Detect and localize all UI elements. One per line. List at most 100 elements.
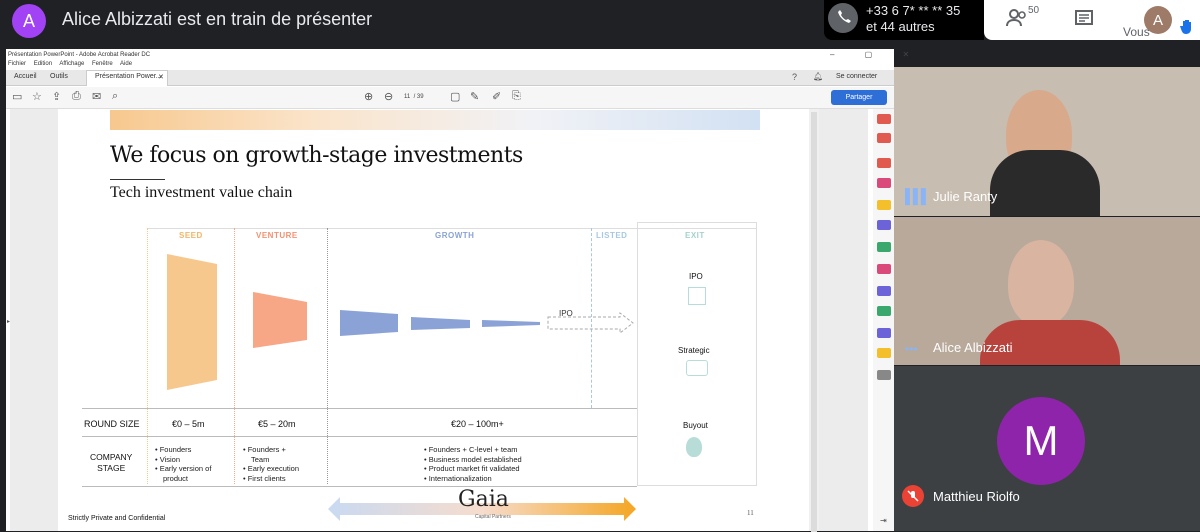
growth-shape-3 bbox=[482, 320, 540, 327]
right-tools-pane bbox=[873, 109, 894, 531]
sign-icon[interactable] bbox=[877, 328, 891, 338]
exit-strategic-label: Strategic bbox=[678, 346, 710, 355]
phone-participant-label: +33 6 7* ** ** 35 et 44 autres bbox=[866, 3, 960, 35]
left-panel-toggle-icon[interactable]: ▸ bbox=[7, 318, 10, 325]
connect-link[interactable]: Se connecter bbox=[836, 73, 877, 80]
expand-pane-icon[interactable]: ⇥ bbox=[880, 516, 887, 525]
tab-document[interactable]: Présentation Power... bbox=[95, 73, 162, 80]
menu-edition[interactable]: Edition bbox=[34, 61, 52, 67]
bullet-item: Founders + bbox=[247, 445, 286, 454]
bell-icon[interactable]: 🔔︎ bbox=[813, 72, 823, 81]
protect-icon[interactable] bbox=[877, 286, 891, 296]
speaking-indicator-icon: ▌▌▌ bbox=[905, 188, 931, 204]
bullet-item: Early version of bbox=[159, 464, 212, 473]
participant-name: Alice Albizzati bbox=[933, 340, 1013, 355]
menu-fichier[interactable]: Fichier bbox=[8, 61, 26, 67]
redact-icon[interactable] bbox=[877, 264, 891, 274]
handshake-icon bbox=[686, 360, 708, 376]
organize-icon[interactable] bbox=[877, 242, 891, 252]
bullet-item: Early execution bbox=[247, 464, 299, 473]
bullet-item: Product market fit validated bbox=[428, 464, 520, 473]
menu-fenetre[interactable]: Fenêtre bbox=[92, 61, 113, 67]
exit-ipo-label: IPO bbox=[689, 272, 703, 281]
presenting-banner: Alice Albizzati est en train de présente… bbox=[62, 9, 373, 29]
phone-number: +33 6 7* ** ** 35 bbox=[866, 3, 961, 18]
round-size-top-rule bbox=[82, 408, 637, 409]
optimize-icon[interactable] bbox=[877, 306, 891, 316]
other-participants-count: et 44 autres bbox=[866, 19, 935, 34]
seed-bullets: • Founders • Vision • Early version of p… bbox=[155, 445, 212, 483]
close-tab-icon[interactable]: ✕ bbox=[158, 73, 164, 81]
title-divider bbox=[110, 179, 165, 180]
round-size-growth: €20 – 100m+ bbox=[451, 419, 504, 429]
people-count: 50 bbox=[1028, 5, 1040, 16]
upload-icon[interactable]: ⇪ bbox=[52, 90, 61, 103]
participant-video bbox=[1008, 240, 1074, 326]
participant-avatar: M bbox=[997, 397, 1085, 485]
highlight-icon[interactable]: ✐ bbox=[492, 90, 501, 103]
edit-pdf-icon[interactable] bbox=[877, 178, 891, 188]
round-size-label: ROUND SIZE bbox=[84, 419, 140, 429]
chat-icon[interactable] bbox=[1074, 9, 1094, 34]
window-controls[interactable]: – ▢ ✕ bbox=[830, 50, 923, 59]
bullet-item: product bbox=[163, 473, 189, 483]
menu-bar: Fichier Edition Affichage Fenêtre Aide bbox=[8, 61, 138, 67]
zoom-search-icon[interactable]: ⌕ bbox=[112, 90, 118, 103]
comment-icon[interactable]: ▢ bbox=[450, 90, 460, 103]
page-indicator[interactable]: 11 / 39 bbox=[404, 94, 424, 100]
ipo-arrow-label: IPO bbox=[559, 309, 573, 318]
create-pdf-tool-icon[interactable] bbox=[877, 158, 891, 168]
gaia-logo-text: Gaia bbox=[458, 487, 509, 512]
growth-shape-1 bbox=[340, 310, 398, 336]
slide-title: We focus on growth-stage investments bbox=[110, 143, 523, 168]
tab-accueil[interactable]: Accueil bbox=[14, 73, 37, 80]
mic-off-icon bbox=[902, 485, 924, 507]
growth-shape-2 bbox=[411, 317, 470, 330]
raise-hand-icon[interactable] bbox=[1180, 18, 1194, 39]
pen-icon[interactable]: ✎ bbox=[470, 90, 479, 103]
bullet-item: Founders + C-level + team bbox=[428, 445, 518, 454]
table-top-rule bbox=[147, 228, 757, 229]
stamp-icon[interactable]: ⎘ bbox=[512, 90, 521, 103]
seed-divider bbox=[147, 228, 148, 484]
bullet-item: Founders bbox=[159, 445, 192, 454]
share-label: Partager bbox=[845, 94, 873, 101]
page-current[interactable]: 11 bbox=[404, 94, 410, 100]
stage-listed: LISTED bbox=[596, 231, 628, 240]
growth-bullets: • Founders + C-level + team • Business m… bbox=[424, 445, 522, 483]
share-button[interactable]: Partager bbox=[831, 90, 887, 105]
print-icon[interactable]: ⎙ bbox=[72, 90, 81, 103]
menu-aide[interactable]: Aide bbox=[120, 61, 132, 67]
comment-tool-icon[interactable] bbox=[877, 200, 891, 210]
presenter-avatar: A bbox=[12, 4, 46, 38]
help-icon[interactable]: ? bbox=[792, 72, 797, 82]
scrollbar-thumb[interactable] bbox=[811, 112, 817, 532]
slide-subtitle: Tech investment value chain bbox=[110, 184, 293, 201]
page-up-icon[interactable]: ⊕ bbox=[364, 90, 373, 103]
people-icon[interactable] bbox=[1006, 7, 1028, 35]
more-tools-icon[interactable] bbox=[877, 370, 891, 380]
participant-body bbox=[990, 150, 1100, 216]
menu-affichage[interactable]: Affichage bbox=[59, 61, 84, 67]
venture-bullets: • Founders + Team • Early execution • Fi… bbox=[243, 445, 299, 483]
combine-icon[interactable] bbox=[877, 220, 891, 230]
self-label: Vous bbox=[1123, 25, 1150, 39]
tab-outils[interactable]: Outils bbox=[50, 73, 68, 80]
confidential-footer: Strictly Private and Confidential bbox=[68, 515, 166, 522]
phone-icon[interactable] bbox=[828, 3, 858, 33]
export-pdf-icon[interactable] bbox=[877, 133, 891, 143]
participant-name: Matthieu Riolfo bbox=[933, 489, 1020, 504]
slide-page-number: 11 bbox=[747, 509, 754, 517]
bullet-item: First clients bbox=[247, 473, 286, 483]
seed-shape bbox=[167, 254, 217, 390]
company-stage-line-1: COMPANY bbox=[90, 452, 133, 462]
create-pdf-icon[interactable]: ▭ bbox=[12, 90, 22, 103]
bullet-item: Vision bbox=[159, 454, 181, 464]
zoom-tool-icon[interactable] bbox=[877, 114, 891, 124]
fill-sign-icon[interactable] bbox=[877, 348, 891, 358]
more-options-icon[interactable]: ••• bbox=[905, 342, 918, 356]
bullet-item: Business model established bbox=[428, 454, 522, 464]
mail-icon[interactable]: ✉ bbox=[92, 90, 101, 103]
page-down-icon[interactable]: ⊖ bbox=[384, 90, 393, 103]
bookmark-star-icon[interactable]: ☆ bbox=[32, 90, 42, 103]
